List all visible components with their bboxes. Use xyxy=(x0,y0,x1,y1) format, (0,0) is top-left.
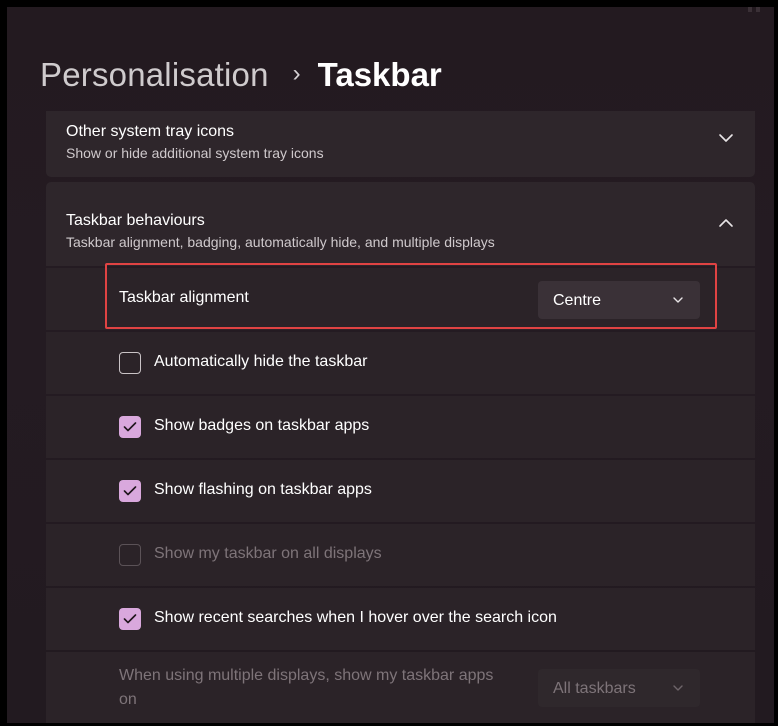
section-subtitle: Show or hide additional system tray icon… xyxy=(66,145,324,161)
flashing-row: Show flashing on taskbar apps xyxy=(46,460,755,522)
taskbar-alignment-row: Taskbar alignment Centre xyxy=(46,268,755,330)
chevron-down-icon xyxy=(673,685,683,691)
recent-searches-row: Show recent searches when I hover over t… xyxy=(46,588,755,650)
checkmark-icon xyxy=(123,486,137,496)
screenshot-frame: Personalisation › Taskbar Other system t… xyxy=(0,0,778,726)
dropdown-value: Centre xyxy=(553,292,602,309)
flashing-checkbox[interactable] xyxy=(119,480,141,502)
checkmark-icon xyxy=(123,614,137,624)
recent-searches-label[interactable]: Show recent searches when I hover over t… xyxy=(154,609,557,627)
badges-row: Show badges on taskbar apps xyxy=(46,396,755,458)
behaviour-options: Taskbar alignment Centre Automatically h… xyxy=(46,268,755,723)
breadcrumb-separator: › xyxy=(292,60,301,87)
all-displays-checkbox[interactable] xyxy=(119,544,141,566)
breadcrumb: Personalisation › Taskbar xyxy=(40,53,442,97)
taskbar-alignment-label: Taskbar alignment xyxy=(119,289,249,306)
multi-display-label: When using multiple displays, show my ta… xyxy=(119,667,494,708)
auto-hide-checkbox[interactable] xyxy=(119,352,141,374)
section-title: Other system tray icons xyxy=(66,123,235,140)
settings-window: Personalisation › Taskbar Other system t… xyxy=(7,7,774,723)
flashing-label[interactable]: Show flashing on taskbar apps xyxy=(154,481,372,499)
all-displays-row: Show my taskbar on all displays xyxy=(46,524,755,586)
badges-label[interactable]: Show badges on taskbar apps xyxy=(154,417,369,435)
multi-display-row: When using multiple displays, show my ta… xyxy=(46,652,755,723)
auto-hide-row: Automatically hide the taskbar xyxy=(46,332,755,394)
window-edge-marks xyxy=(748,7,768,17)
taskbar-alignment-dropdown[interactable]: Centre xyxy=(538,281,700,319)
checkmark-icon xyxy=(123,422,137,432)
auto-hide-label[interactable]: Automatically hide the taskbar xyxy=(154,353,367,371)
other-system-tray-icons-section[interactable]: Other system tray icons Show or hide add… xyxy=(46,111,755,177)
section-subtitle: Taskbar alignment, badging, automaticall… xyxy=(66,234,495,250)
page-title: Taskbar xyxy=(317,56,442,93)
multi-display-dropdown[interactable]: All taskbars xyxy=(538,669,700,707)
section-title: Taskbar behaviours xyxy=(66,212,205,229)
recent-searches-checkbox[interactable] xyxy=(119,608,141,630)
taskbar-behaviours-section[interactable]: Taskbar behaviours Taskbar alignment, ba… xyxy=(46,182,755,266)
badges-checkbox[interactable] xyxy=(119,416,141,438)
breadcrumb-personalisation[interactable]: Personalisation xyxy=(40,56,269,94)
dropdown-value: All taskbars xyxy=(553,680,636,697)
chevron-down-icon[interactable] xyxy=(717,129,735,147)
all-displays-label: Show my taskbar on all displays xyxy=(154,545,382,562)
chevron-up-icon[interactable] xyxy=(717,214,735,232)
chevron-down-icon xyxy=(673,297,683,303)
